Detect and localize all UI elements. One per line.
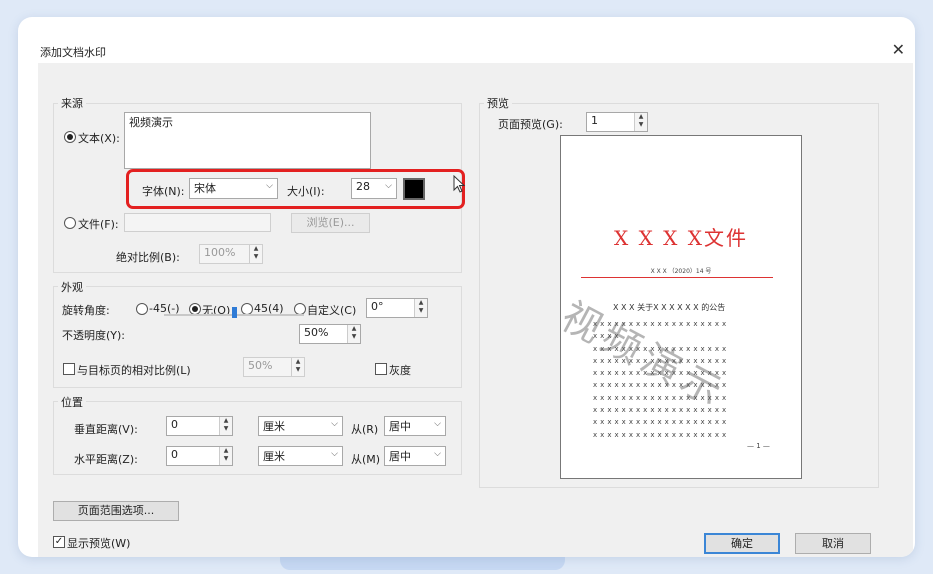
- show-preview-label: 显示预览(W): [67, 537, 131, 550]
- absolute-scale-input[interactable]: 100% ▲ ▼: [199, 244, 263, 264]
- ok-button[interactable]: 确定: [704, 533, 780, 554]
- rotation-label: 旋转角度:: [62, 304, 110, 317]
- page-preview-label: 页面预览(G):: [498, 118, 563, 131]
- preview-page: X X X X文件 X X X （2020）14 号 X X X 关于X X X…: [560, 135, 802, 479]
- custom-angle-value: 0°: [371, 300, 384, 313]
- absolute-scale-label: 绝对比例(B):: [116, 251, 180, 264]
- doc-body-line: x x x x x x x x x x x x x x x x x x x: [593, 418, 727, 427]
- cancel-button[interactable]: 取消: [795, 533, 871, 554]
- vertical-from-select[interactable]: 居中 ⌵: [384, 416, 446, 436]
- spin-arrows-icon[interactable]: ▲ ▼: [291, 358, 304, 376]
- dialog-title: 添加文档水印: [40, 46, 106, 59]
- horizontal-unit-select[interactable]: 厘米 ⌵: [258, 446, 343, 466]
- vertical-from-label: 从(R): [351, 423, 379, 436]
- relative-scale-label: 与目标页的相对比例(L): [77, 364, 191, 377]
- file-radio[interactable]: [64, 217, 76, 229]
- watermark-text-value: 视频演示: [129, 116, 173, 129]
- page-preview-input[interactable]: 1 ▲ ▼: [586, 112, 648, 132]
- spin-arrows-icon[interactable]: ▲ ▼: [249, 245, 262, 263]
- opacity-label: 不透明度(Y):: [62, 329, 126, 342]
- vertical-distance-label: 垂直距离(V):: [74, 423, 138, 436]
- highlight-box: [126, 169, 465, 209]
- show-preview-checkbox[interactable]: ✓: [53, 536, 65, 548]
- doc-title: X X X X文件: [613, 226, 749, 250]
- horizontal-from-value: 居中: [389, 450, 411, 463]
- opacity-value: 50%: [304, 326, 329, 339]
- text-option-label: 文本(X):: [78, 132, 120, 145]
- chevron-down-icon: ⌵: [434, 449, 441, 459]
- spin-arrows-icon[interactable]: ▲ ▼: [634, 113, 647, 131]
- horizontal-from-select[interactable]: 居中 ⌵: [384, 446, 446, 466]
- doc-page-number: — 1 —: [747, 442, 770, 450]
- doc-red-rule: [581, 277, 773, 278]
- spin-arrows-icon[interactable]: ▲ ▼: [347, 325, 360, 343]
- opacity-input[interactable]: 50% ▲ ▼: [299, 324, 361, 344]
- vertical-unit-select[interactable]: 厘米 ⌵: [258, 416, 343, 436]
- chevron-down-icon: ⌵: [331, 419, 338, 429]
- screenshot-card: 添加文档水印 ✕ 来源 文本(X): 视频演示 字体(N): 宋体 ⌵ 大小(I…: [18, 17, 915, 557]
- doc-subtitle: X X X 关于X X X X X X 的公告: [613, 303, 726, 312]
- chevron-down-icon: ⌵: [434, 419, 441, 429]
- horizontal-distance-input[interactable]: 0 ▲ ▼: [166, 446, 233, 466]
- source-group-label: 来源: [58, 95, 86, 111]
- vertical-from-value: 居中: [389, 420, 411, 433]
- title-bar: 添加文档水印 ✕: [38, 37, 913, 63]
- vertical-unit-value: 厘米: [263, 420, 285, 433]
- position-group-label: 位置: [58, 394, 86, 410]
- watermark-text-area[interactable]: 视频演示: [124, 112, 371, 169]
- spin-arrows-icon[interactable]: ▲ ▼: [219, 447, 232, 465]
- custom-angle-input[interactable]: 0° ▲ ▼: [366, 298, 428, 318]
- relative-scale-input[interactable]: 50% ▲ ▼: [243, 357, 305, 377]
- horizontal-distance-value: 0: [171, 448, 178, 461]
- spin-arrows-icon[interactable]: ▲ ▼: [414, 299, 427, 317]
- text-radio[interactable]: [64, 131, 76, 143]
- opacity-slider-thumb[interactable]: [232, 307, 237, 318]
- horizontal-unit-value: 厘米: [263, 450, 285, 463]
- relative-scale-checkbox[interactable]: [63, 363, 75, 375]
- file-option-label: 文件(F):: [78, 218, 119, 231]
- vertical-distance-input[interactable]: 0 ▲ ▼: [166, 416, 233, 436]
- horizontal-from-label: 从(M): [351, 453, 381, 466]
- horizontal-distance-label: 水平距离(Z):: [74, 453, 138, 466]
- relative-scale-value: 50%: [248, 359, 273, 372]
- watermark-dialog: 添加文档水印 ✕ 来源 文本(X): 视频演示 字体(N): 宋体 ⌵ 大小(I…: [38, 37, 913, 557]
- vertical-distance-value: 0: [171, 418, 178, 431]
- absolute-scale-value: 100%: [204, 246, 236, 259]
- grayscale-label: 灰度: [389, 364, 411, 377]
- mouse-cursor-icon: [453, 175, 466, 193]
- spin-arrows-icon[interactable]: ▲ ▼: [219, 417, 232, 435]
- grayscale-checkbox[interactable]: [375, 363, 387, 375]
- appearance-group-label: 外观: [58, 279, 86, 295]
- page-range-options-button[interactable]: 页面范围选项...: [53, 501, 179, 521]
- browse-button[interactable]: 浏览(E)...: [291, 213, 370, 233]
- doc-number: X X X （2020）14 号: [650, 268, 712, 275]
- page-preview-value: 1: [591, 114, 598, 127]
- doc-body-line: x x x x x x x x x x x x x x x x x x x: [593, 430, 727, 439]
- rotation-option-custom: 自定义(C): [307, 304, 357, 317]
- preview-group-label: 预览: [484, 95, 512, 111]
- chevron-down-icon: ⌵: [331, 449, 338, 459]
- rotation-radio-neg45[interactable]: [136, 303, 148, 315]
- close-icon[interactable]: ✕: [892, 40, 905, 59]
- file-path-input[interactable]: [124, 213, 271, 232]
